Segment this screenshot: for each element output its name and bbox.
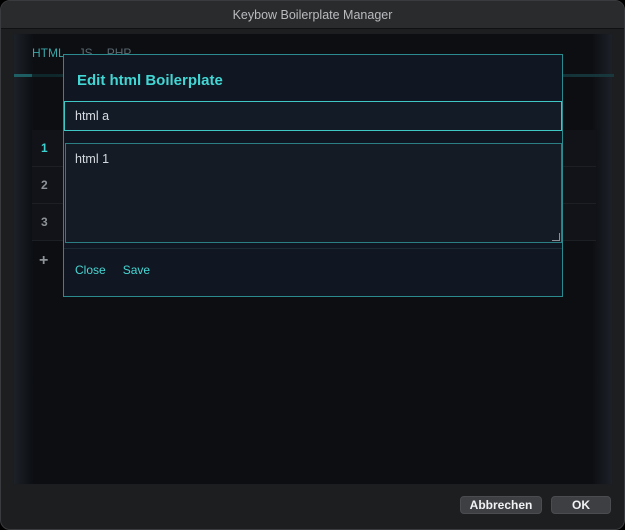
boilerplate-name-input[interactable]: html a bbox=[64, 101, 562, 131]
edit-boilerplate-modal: Edit html Boilerplate html a html 1 Clos… bbox=[63, 54, 563, 297]
boilerplate-content-textarea[interactable]: html 1 bbox=[65, 143, 562, 243]
tab-html[interactable]: HTML bbox=[32, 46, 65, 60]
ok-button[interactable]: OK bbox=[551, 496, 611, 514]
add-boilerplate-button[interactable]: + bbox=[39, 252, 48, 270]
dialog-buttons: Abbrechen OK bbox=[460, 496, 611, 514]
content-edge-glow-right bbox=[592, 34, 612, 484]
app-window: Keybow Boilerplate Manager HTML JS PHP 1… bbox=[0, 0, 625, 530]
list-item-index: 1 bbox=[41, 141, 48, 155]
content-edge-glow-left bbox=[14, 34, 34, 484]
titlebar[interactable]: Keybow Boilerplate Manager bbox=[1, 1, 624, 29]
textarea-text: html 1 bbox=[75, 152, 110, 166]
modal-title: Edit html Boilerplate bbox=[77, 72, 223, 89]
save-button[interactable]: Save bbox=[123, 263, 150, 277]
window-title: Keybow Boilerplate Manager bbox=[232, 7, 393, 22]
list-item-index: 3 bbox=[41, 215, 48, 229]
cancel-button[interactable]: Abbrechen bbox=[460, 496, 542, 514]
modal-actions: Close Save bbox=[75, 263, 150, 277]
close-button[interactable]: Close bbox=[75, 263, 106, 277]
resize-handle-icon[interactable] bbox=[552, 233, 560, 241]
list-item-index: 2 bbox=[41, 178, 48, 192]
modal-divider bbox=[64, 248, 562, 249]
